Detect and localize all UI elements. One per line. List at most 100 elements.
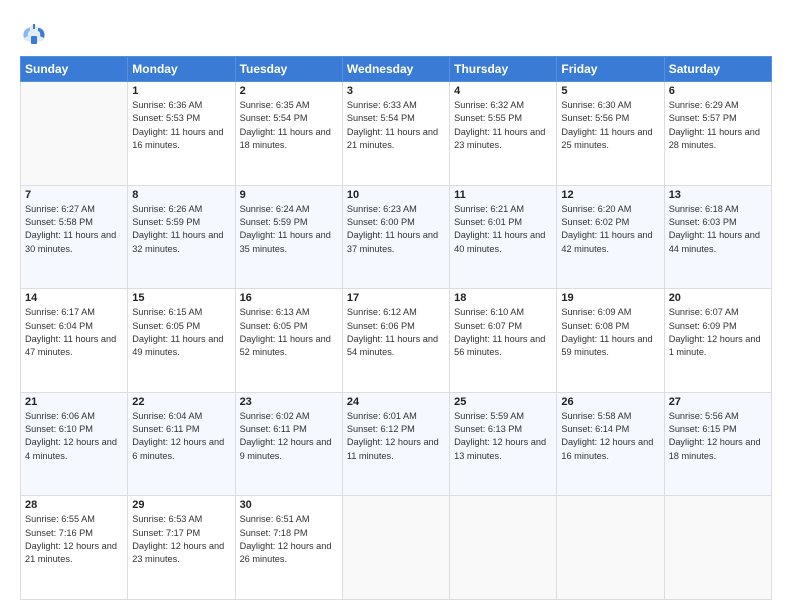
calendar-cell: 3 Sunrise: 6:33 AM Sunset: 5:54 PM Dayli… xyxy=(342,82,449,186)
calendar-cell xyxy=(342,496,449,600)
daylight-label: Daylight: 11 hours and 40 minutes. xyxy=(454,230,545,253)
day-info: Sunrise: 6:51 AM Sunset: 7:18 PM Dayligh… xyxy=(240,513,338,566)
sunset-label: Sunset: 6:03 PM xyxy=(669,217,737,227)
daylight-label: Daylight: 11 hours and 32 minutes. xyxy=(132,230,223,253)
calendar-cell: 11 Sunrise: 6:21 AM Sunset: 6:01 PM Dayl… xyxy=(450,185,557,289)
day-number: 2 xyxy=(240,85,338,97)
day-info: Sunrise: 6:17 AM Sunset: 6:04 PM Dayligh… xyxy=(25,306,123,359)
day-number: 12 xyxy=(561,189,659,201)
day-info: Sunrise: 6:32 AM Sunset: 5:55 PM Dayligh… xyxy=(454,99,552,152)
day-info: Sunrise: 6:35 AM Sunset: 5:54 PM Dayligh… xyxy=(240,99,338,152)
sunset-label: Sunset: 5:59 PM xyxy=(132,217,200,227)
daylight-label: Daylight: 11 hours and 23 minutes. xyxy=(454,127,545,150)
calendar-cell: 29 Sunrise: 6:53 AM Sunset: 7:17 PM Dayl… xyxy=(128,496,235,600)
sunset-label: Sunset: 6:02 PM xyxy=(561,217,629,227)
sunrise-label: Sunrise: 6:06 AM xyxy=(25,411,95,421)
sunset-label: Sunset: 6:04 PM xyxy=(25,321,93,331)
sunrise-label: Sunrise: 6:01 AM xyxy=(347,411,417,421)
calendar-cell: 26 Sunrise: 5:58 AM Sunset: 6:14 PM Dayl… xyxy=(557,392,664,496)
day-info: Sunrise: 6:15 AM Sunset: 6:05 PM Dayligh… xyxy=(132,306,230,359)
logo xyxy=(20,20,50,48)
sunset-label: Sunset: 6:05 PM xyxy=(132,321,200,331)
day-header-sunday: Sunday xyxy=(21,57,128,82)
calendar-cell: 21 Sunrise: 6:06 AM Sunset: 6:10 PM Dayl… xyxy=(21,392,128,496)
sunrise-label: Sunrise: 6:18 AM xyxy=(669,204,739,214)
day-info: Sunrise: 5:56 AM Sunset: 6:15 PM Dayligh… xyxy=(669,410,767,463)
sunrise-label: Sunrise: 6:13 AM xyxy=(240,307,310,317)
sunset-label: Sunset: 6:11 PM xyxy=(240,424,307,434)
sunset-label: Sunset: 5:59 PM xyxy=(240,217,308,227)
day-number: 1 xyxy=(132,85,230,97)
sunset-label: Sunset: 6:12 PM xyxy=(347,424,415,434)
calendar-cell: 4 Sunrise: 6:32 AM Sunset: 5:55 PM Dayli… xyxy=(450,82,557,186)
sunrise-label: Sunrise: 6:09 AM xyxy=(561,307,631,317)
day-info: Sunrise: 6:30 AM Sunset: 5:56 PM Dayligh… xyxy=(561,99,659,152)
daylight-label: Daylight: 11 hours and 49 minutes. xyxy=(132,334,223,357)
sunrise-label: Sunrise: 6:35 AM xyxy=(240,100,310,110)
calendar-header-row: SundayMondayTuesdayWednesdayThursdayFrid… xyxy=(21,57,772,82)
day-number: 11 xyxy=(454,189,552,201)
calendar-cell: 24 Sunrise: 6:01 AM Sunset: 6:12 PM Dayl… xyxy=(342,392,449,496)
sunset-label: Sunset: 6:11 PM xyxy=(132,424,199,434)
day-number: 8 xyxy=(132,189,230,201)
sunset-label: Sunset: 6:10 PM xyxy=(25,424,93,434)
day-number: 23 xyxy=(240,396,338,408)
day-number: 24 xyxy=(347,396,445,408)
day-info: Sunrise: 6:36 AM Sunset: 5:53 PM Dayligh… xyxy=(132,99,230,152)
sunrise-label: Sunrise: 6:17 AM xyxy=(25,307,95,317)
day-info: Sunrise: 6:12 AM Sunset: 6:06 PM Dayligh… xyxy=(347,306,445,359)
sunset-label: Sunset: 6:07 PM xyxy=(454,321,522,331)
sunrise-label: Sunrise: 6:15 AM xyxy=(132,307,202,317)
daylight-label: Daylight: 12 hours and 11 minutes. xyxy=(347,437,439,460)
sunrise-label: Sunrise: 6:32 AM xyxy=(454,100,524,110)
calendar-cell: 30 Sunrise: 6:51 AM Sunset: 7:18 PM Dayl… xyxy=(235,496,342,600)
sunrise-label: Sunrise: 5:59 AM xyxy=(454,411,524,421)
sunset-label: Sunset: 6:00 PM xyxy=(347,217,415,227)
day-header-thursday: Thursday xyxy=(450,57,557,82)
calendar-cell: 1 Sunrise: 6:36 AM Sunset: 5:53 PM Dayli… xyxy=(128,82,235,186)
calendar-cell: 23 Sunrise: 6:02 AM Sunset: 6:11 PM Dayl… xyxy=(235,392,342,496)
day-info: Sunrise: 5:58 AM Sunset: 6:14 PM Dayligh… xyxy=(561,410,659,463)
calendar-cell: 25 Sunrise: 5:59 AM Sunset: 6:13 PM Dayl… xyxy=(450,392,557,496)
sunset-label: Sunset: 6:01 PM xyxy=(454,217,522,227)
day-info: Sunrise: 6:33 AM Sunset: 5:54 PM Dayligh… xyxy=(347,99,445,152)
sunrise-label: Sunrise: 6:20 AM xyxy=(561,204,631,214)
daylight-label: Daylight: 11 hours and 42 minutes. xyxy=(561,230,652,253)
day-number: 27 xyxy=(669,396,767,408)
sunset-label: Sunset: 6:13 PM xyxy=(454,424,522,434)
calendar-week-1: 1 Sunrise: 6:36 AM Sunset: 5:53 PM Dayli… xyxy=(21,82,772,186)
sunset-label: Sunset: 6:14 PM xyxy=(561,424,629,434)
daylight-label: Daylight: 11 hours and 56 minutes. xyxy=(454,334,545,357)
sunrise-label: Sunrise: 6:07 AM xyxy=(669,307,739,317)
day-number: 10 xyxy=(347,189,445,201)
sunrise-label: Sunrise: 5:58 AM xyxy=(561,411,631,421)
day-header-monday: Monday xyxy=(128,57,235,82)
calendar-cell: 10 Sunrise: 6:23 AM Sunset: 6:00 PM Dayl… xyxy=(342,185,449,289)
daylight-label: Daylight: 11 hours and 25 minutes. xyxy=(561,127,652,150)
calendar-cell: 22 Sunrise: 6:04 AM Sunset: 6:11 PM Dayl… xyxy=(128,392,235,496)
daylight-label: Daylight: 12 hours and 16 minutes. xyxy=(561,437,653,460)
day-info: Sunrise: 6:53 AM Sunset: 7:17 PM Dayligh… xyxy=(132,513,230,566)
day-number: 22 xyxy=(132,396,230,408)
calendar-cell xyxy=(450,496,557,600)
day-number: 20 xyxy=(669,292,767,304)
day-header-saturday: Saturday xyxy=(664,57,771,82)
daylight-label: Daylight: 12 hours and 13 minutes. xyxy=(454,437,546,460)
day-info: Sunrise: 6:06 AM Sunset: 6:10 PM Dayligh… xyxy=(25,410,123,463)
day-info: Sunrise: 6:24 AM Sunset: 5:59 PM Dayligh… xyxy=(240,203,338,256)
sunset-label: Sunset: 6:15 PM xyxy=(669,424,737,434)
day-info: Sunrise: 6:27 AM Sunset: 5:58 PM Dayligh… xyxy=(25,203,123,256)
daylight-label: Daylight: 11 hours and 16 minutes. xyxy=(132,127,223,150)
sunrise-label: Sunrise: 6:24 AM xyxy=(240,204,310,214)
day-number: 6 xyxy=(669,85,767,97)
calendar-cell: 6 Sunrise: 6:29 AM Sunset: 5:57 PM Dayli… xyxy=(664,82,771,186)
sunset-label: Sunset: 5:56 PM xyxy=(561,113,629,123)
day-info: Sunrise: 6:55 AM Sunset: 7:16 PM Dayligh… xyxy=(25,513,123,566)
calendar-cell: 2 Sunrise: 6:35 AM Sunset: 5:54 PM Dayli… xyxy=(235,82,342,186)
day-info: Sunrise: 6:13 AM Sunset: 6:05 PM Dayligh… xyxy=(240,306,338,359)
sunset-label: Sunset: 6:05 PM xyxy=(240,321,308,331)
calendar-week-3: 14 Sunrise: 6:17 AM Sunset: 6:04 PM Dayl… xyxy=(21,289,772,393)
daylight-label: Daylight: 12 hours and 4 minutes. xyxy=(25,437,117,460)
day-number: 29 xyxy=(132,499,230,511)
day-info: Sunrise: 6:09 AM Sunset: 6:08 PM Dayligh… xyxy=(561,306,659,359)
